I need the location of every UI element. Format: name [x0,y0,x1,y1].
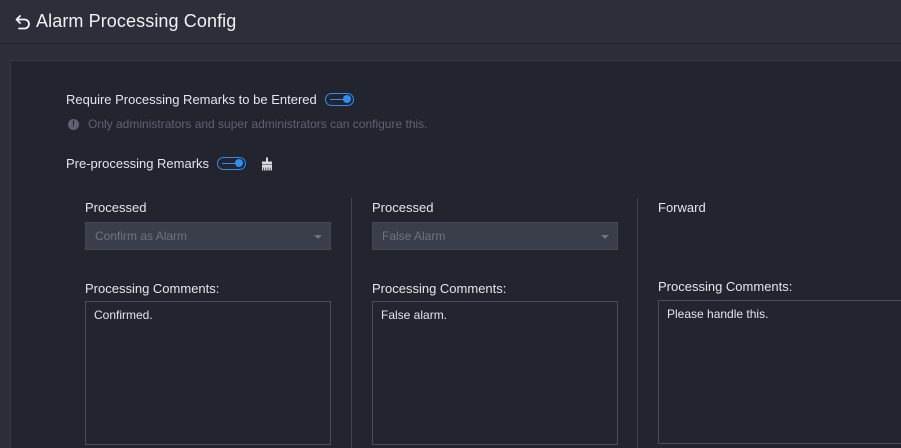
column-processed-false: Processed False Alarm Processing Comment… [372,200,618,445]
back-button[interactable]: Alarm Processing Config [14,11,236,32]
column-divider [351,198,352,448]
action-select[interactable]: False Alarm [372,222,618,250]
preprocessing-row: Pre-processing Remarks [66,156,274,171]
preprocessing-toggle[interactable] [217,157,247,170]
comments-label: Processing Comments: [85,281,220,296]
comments-textarea[interactable]: False alarm. [372,301,618,445]
comments-label: Processing Comments: [372,281,507,296]
action-select[interactable]: Confirm as Alarm [85,222,331,250]
column-divider [637,198,638,448]
select-value: False Alarm [382,229,446,243]
preprocessing-label: Pre-processing Remarks [66,156,210,171]
hint-text: Only administrators and super administra… [88,117,428,131]
require-remarks-toggle[interactable] [324,93,354,106]
page-title: Alarm Processing Config [36,11,237,31]
comments-textarea[interactable]: Confirmed. [85,301,331,445]
hint-row: ! Only administrators and super administ… [68,117,428,131]
header-bar: Alarm Processing Config [0,0,901,44]
require-remarks-label: Require Processing Remarks to be Entered [66,92,317,107]
info-icon: ! [68,118,79,130]
comments-label: Processing Comments: [658,279,793,294]
select-value: Confirm as Alarm [95,229,188,243]
back-arrow-icon [14,13,32,31]
column-forward: Forward Processing Comments: Please hand… [658,200,901,444]
comments-textarea[interactable]: Please handle this. [658,300,901,444]
column-label: Processed [372,200,434,215]
column-label: Processed [85,200,147,215]
chevron-down-icon [314,235,322,239]
column-processed-confirm: Processed Confirm as Alarm Processing Co… [85,200,331,445]
clear-broom-icon[interactable] [260,157,274,171]
require-remarks-row: Require Processing Remarks to be Entered [66,92,354,107]
chevron-down-icon [601,235,609,239]
column-label: Forward [658,200,706,215]
config-panel: Require Processing Remarks to be Entered… [10,60,901,448]
